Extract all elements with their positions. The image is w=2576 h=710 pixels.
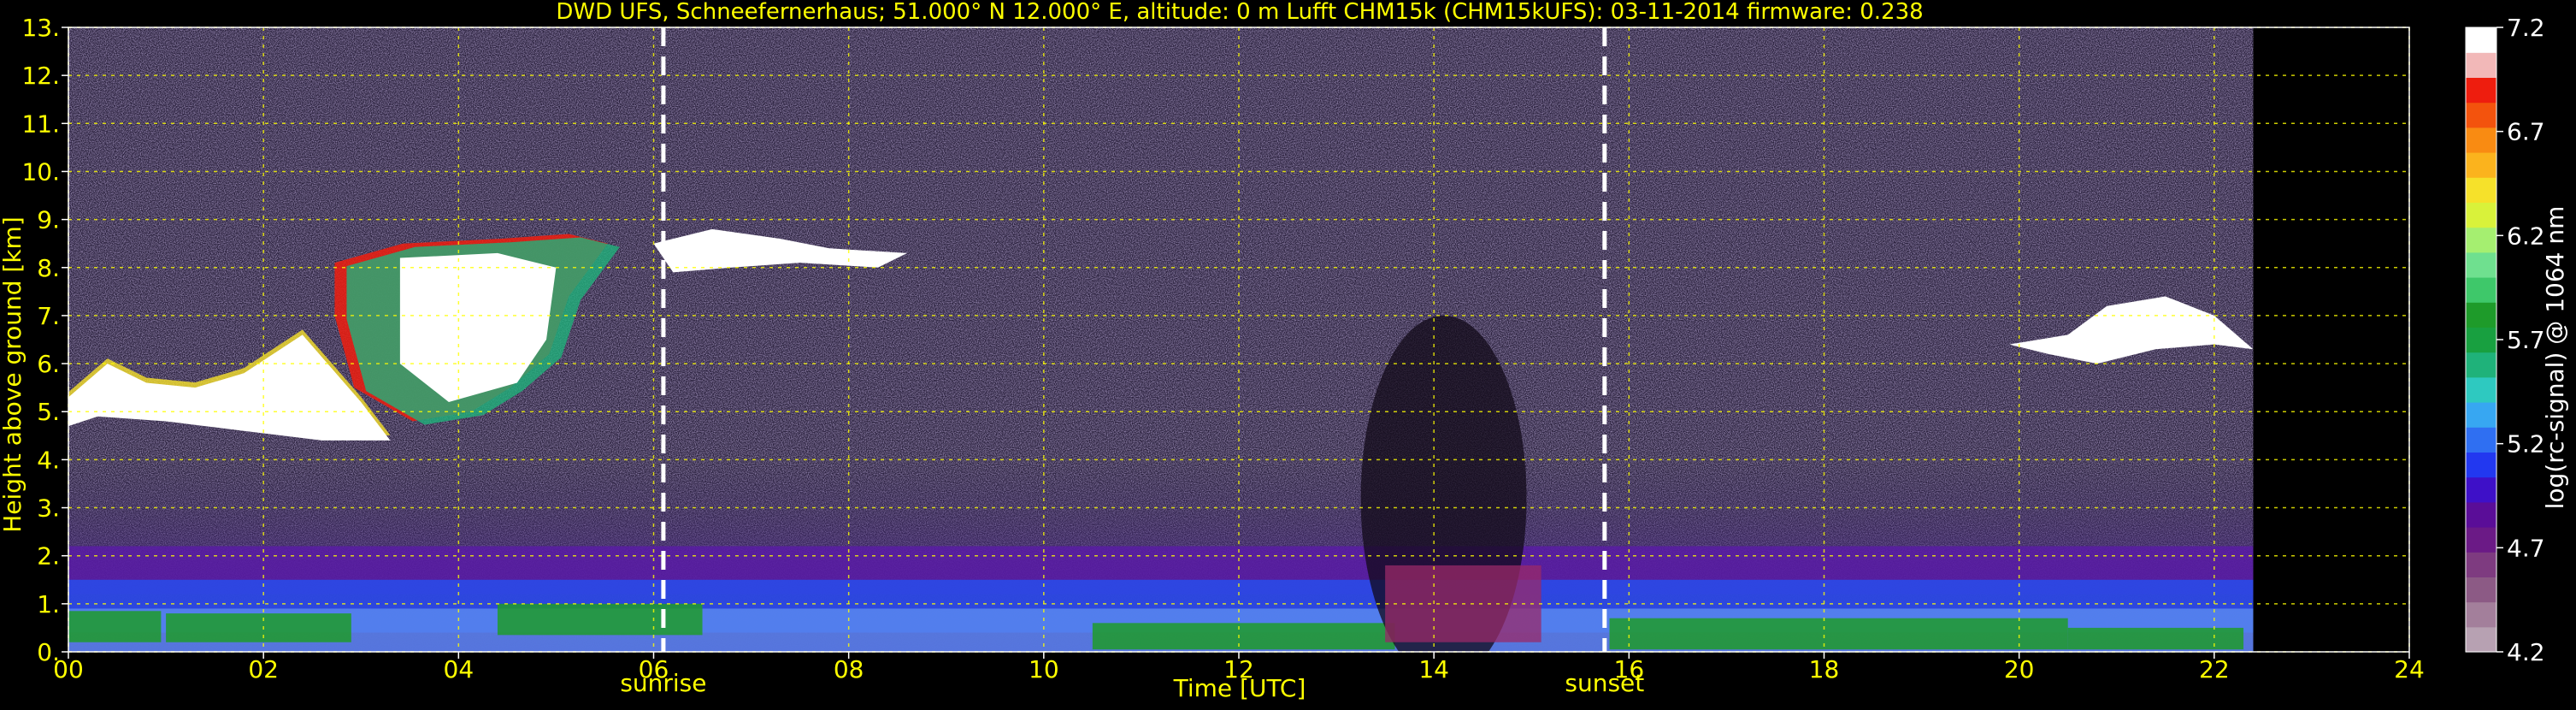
lidar-chart: sunrise sunset 00 02 04 06 08 10 12 14 16 18 20 22 24…: [0, 0, 2576, 707]
y-tick-label: 5.: [37, 398, 60, 426]
x-tick-label: 04: [444, 655, 475, 683]
colorbar-swatch: [2466, 476, 2496, 503]
colorbar-swatch: [2466, 376, 2496, 403]
x-tick-label: 10: [1029, 655, 1059, 683]
x-axis-label: Time [UTC]: [1173, 674, 1306, 702]
y-tick-label: 9.: [37, 206, 60, 234]
x-tick-label: 18: [1809, 655, 1840, 683]
x-tick-label: 22: [2199, 655, 2230, 683]
y-tick-label: 3.: [37, 494, 60, 523]
x-tick-label: 24: [2394, 655, 2425, 683]
y-tick-label: 13.: [21, 14, 60, 42]
colorbar-tick-label: 6.7: [2507, 118, 2545, 146]
colorbar-swatch: [2466, 177, 2496, 203]
colorbar-tick-label: 6.2: [2507, 222, 2545, 250]
x-tick-label: 14: [1418, 655, 1449, 683]
aerosol-patch: [497, 603, 703, 636]
colorbar-tick-label: 5.7: [2507, 326, 2545, 354]
colorbar-swatch: [2466, 251, 2496, 278]
y-axis-label: Height above ground [km]: [0, 216, 27, 533]
x-tick-label: 06: [639, 655, 669, 683]
colorbar-tick-label: 4.2: [2507, 638, 2545, 666]
colorbar-swatch: [2466, 102, 2496, 128]
colorbar-swatch: [2466, 352, 2496, 378]
y-tick-label: 2.: [37, 542, 60, 571]
colorbar-swatch: [2466, 127, 2496, 153]
aerosol-patch: [2067, 627, 2244, 650]
x-tick-label: 20: [2004, 655, 2035, 683]
y-tick-label: 11.: [21, 109, 60, 138]
colorbar: 4.2 4.7 5.2 5.7 6.2 6.7 7.2: [2465, 14, 2545, 666]
y-tick-label: 1.: [37, 590, 60, 618]
colorbar-swatch: [2466, 452, 2496, 478]
colorbar-swatch: [2466, 402, 2496, 428]
colorbar-swatch: [2466, 427, 2496, 453]
chart-svg: sunrise sunset 00 02 04 06 08 10 12 14 16 18 20 22 24…: [0, 0, 2569, 702]
colorbar-swatch: [2466, 626, 2496, 653]
colorbar-swatch: [2466, 302, 2496, 328]
x-tick-label: 08: [834, 655, 864, 683]
colorbar-tick-label: 5.2: [2507, 430, 2545, 459]
colorbar-label: log(rc-signal) @ 1064 nm: [2541, 206, 2569, 510]
x-tick-label: 02: [248, 655, 279, 683]
y-tick-label: 8.: [37, 254, 60, 282]
y-tick-label: 6.: [37, 350, 60, 378]
colorbar-swatch: [2466, 52, 2496, 78]
colorbar-swatch: [2466, 227, 2496, 253]
x-tick-label: 16: [1614, 655, 1645, 683]
colorbar-swatch: [2466, 27, 2496, 53]
colorbar-swatch: [2466, 327, 2496, 353]
colorbar-swatch: [2466, 202, 2496, 228]
colorbar-swatch: [2466, 277, 2496, 303]
colorbar-swatch: [2466, 527, 2496, 553]
colorbar-swatch: [2466, 601, 2496, 628]
y-tick-label: 4.: [37, 446, 60, 474]
colorbar-swatch: [2466, 552, 2496, 577]
colorbar-swatch: [2466, 77, 2496, 104]
y-tick-label: 0.: [37, 638, 60, 666]
colorbar-tick-label: 7.2: [2507, 14, 2545, 42]
y-tick-label: 7.: [37, 302, 60, 330]
aerosol-patch: [68, 611, 162, 642]
aerosol-patch: [1609, 618, 2068, 650]
aerosol-patch: [166, 613, 351, 642]
y-tick-label: 10.: [21, 157, 60, 186]
colorbar-swatch: [2466, 152, 2496, 178]
chart-title: DWD UFS, Schneefernerhaus; 51.000° N 12.…: [556, 0, 1923, 25]
colorbar-swatch: [2466, 577, 2496, 603]
colorbar-swatch: [2466, 501, 2496, 528]
y-tick-label: 12.: [21, 62, 60, 90]
aerosol-patch: [1092, 623, 1395, 650]
colorbar-tick-label: 4.7: [2507, 534, 2545, 562]
